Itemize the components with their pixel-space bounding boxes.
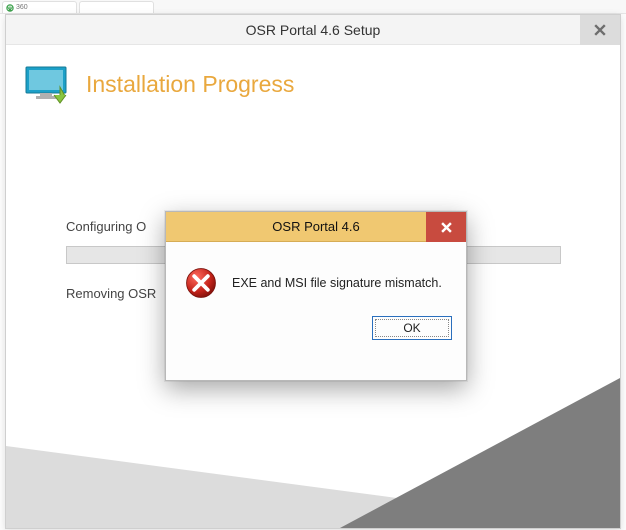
browser-tab-label: 360 (16, 4, 28, 11)
ok-button[interactable]: OK (372, 316, 452, 340)
globe-360-icon (6, 4, 14, 12)
error-dialog-titlebar: OSR Portal 4.6 (166, 212, 466, 242)
setup-heading-row: Installation Progress (24, 65, 585, 109)
browser-tab[interactable] (79, 1, 154, 13)
close-icon (441, 222, 452, 233)
error-icon (184, 266, 218, 300)
decor-ribbon-dark (340, 378, 620, 528)
error-dialog-button-row: OK (166, 308, 466, 354)
install-monitor-icon (24, 65, 74, 109)
error-dialog-body: EXE and MSI file signature mismatch. (166, 242, 466, 308)
close-icon (594, 24, 606, 36)
setup-heading: Installation Progress (86, 65, 294, 98)
setup-close-button[interactable] (580, 15, 620, 45)
error-dialog-message: EXE and MSI file signature mismatch. (232, 276, 442, 290)
error-dialog-title: OSR Portal 4.6 (272, 219, 359, 234)
error-dialog-close-button[interactable] (426, 212, 466, 242)
browser-tab-strip: 360 (0, 0, 626, 14)
setup-titlebar: OSR Portal 4.6 Setup (6, 15, 620, 45)
browser-tab[interactable]: 360 (2, 1, 77, 13)
error-dialog: OSR Portal 4.6 EXE and MSI file signatur… (165, 211, 467, 381)
setup-window-title: OSR Portal 4.6 Setup (246, 22, 381, 38)
